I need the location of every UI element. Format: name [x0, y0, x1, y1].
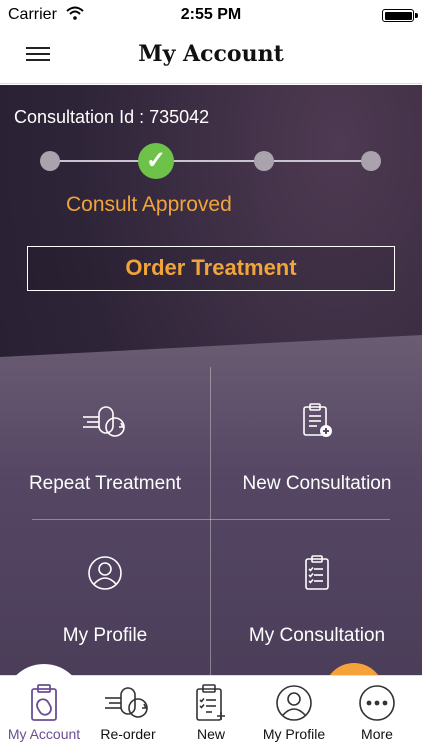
action-grid: Repeat Treatment New Consultation My Pro…	[0, 367, 422, 675]
tile-label: My Consultation	[248, 625, 386, 646]
progress-step-1	[40, 151, 60, 171]
tab-bar: My Account Re-order New My Profile More	[0, 664, 422, 750]
tab-reorder[interactable]: Re-order	[86, 676, 170, 750]
progress-step-3	[254, 151, 274, 171]
consultation-clipboard-icon	[212, 555, 422, 595]
status-bar: Carrier 2:55 PM	[0, 0, 422, 30]
consultation-id: Consultation Id : 735042	[14, 107, 210, 127]
clock: 2:55 PM	[180, 6, 242, 23]
new-clipboard-icon	[169, 684, 253, 724]
tile-label: Repeat Treatment	[28, 473, 182, 494]
repeat-treatment-icon	[0, 403, 210, 443]
tab-new[interactable]: New	[169, 676, 253, 750]
tab-my-account[interactable]: My Account	[2, 664, 86, 750]
progress-line	[50, 160, 372, 162]
check-icon: ✓	[138, 143, 174, 179]
account-hero: Consultation Id : 735042 ✓ Consult Appro…	[0, 85, 422, 675]
progress-step-4	[361, 151, 381, 171]
repeat-treatment-tile[interactable]: Repeat Treatment	[0, 367, 210, 517]
new-consultation-tile[interactable]: New Consultation	[212, 367, 422, 517]
grid-divider	[210, 367, 211, 675]
profile-icon	[252, 684, 336, 724]
tile-label: My Profile	[62, 625, 148, 646]
order-treatment-button[interactable]: Order Treatment	[27, 246, 395, 291]
battery-icon	[382, 9, 418, 22]
tile-label: New Consultation	[242, 473, 392, 494]
reorder-icon	[86, 684, 170, 724]
step-status-label: Consult Approved	[66, 193, 232, 216]
tab-label: More	[361, 726, 393, 742]
tab-label: Re-order	[100, 726, 156, 742]
new-consultation-icon	[212, 403, 422, 443]
account-clipboard-icon	[2, 684, 86, 724]
my-profile-tile[interactable]: My Profile	[0, 519, 210, 669]
more-icon	[335, 684, 419, 724]
consultation-progress: ✓	[40, 143, 382, 179]
tab-more[interactable]: More	[335, 676, 419, 750]
tab-label: New	[196, 726, 225, 742]
profile-icon	[0, 555, 210, 595]
tab-label: My Profile	[262, 726, 326, 742]
nav-bar: My Account	[0, 30, 422, 84]
my-consultation-tile[interactable]: My Consultation	[212, 519, 422, 669]
tab-my-profile[interactable]: My Profile	[252, 676, 336, 750]
tab-label: My Account	[7, 726, 81, 742]
page-title: My Account	[138, 41, 284, 67]
